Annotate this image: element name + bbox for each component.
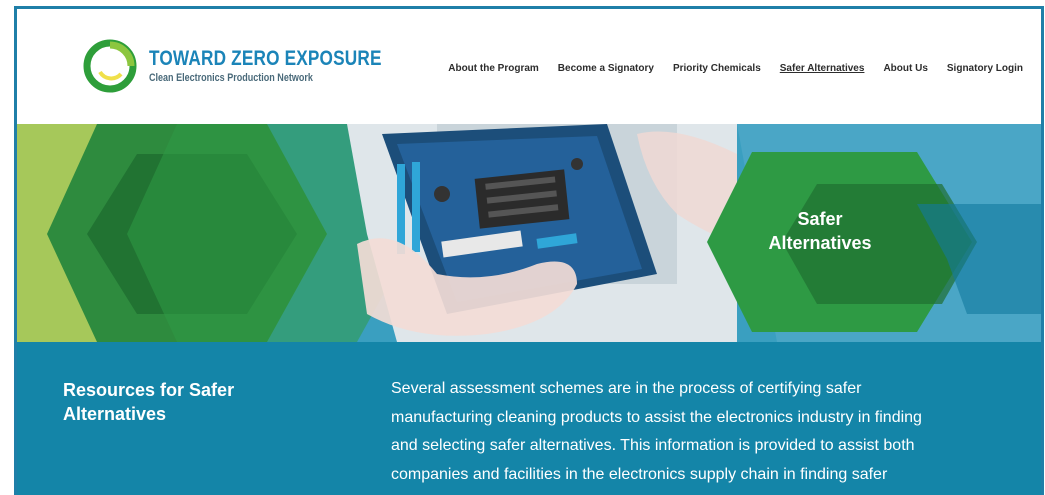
body-line: companies and facilities in the electron… xyxy=(391,465,888,483)
site-logo[interactable]: TOWARD ZERO EXPOSURE Clean Electronics P… xyxy=(83,39,381,99)
body-line: Several assessment schemes are in the pr… xyxy=(391,380,862,397)
nav-priority-chemicals[interactable]: Priority Chemicals xyxy=(673,63,761,74)
body-line: and selecting safer alternatives. This i… xyxy=(391,437,915,454)
hero-title-line2: Alternatives xyxy=(768,233,872,253)
hero-title: Safer Alternatives xyxy=(735,207,905,255)
nav-become-signatory[interactable]: Become a Signatory xyxy=(558,63,654,74)
body-line: manufacturing cleaning products to assis… xyxy=(391,408,922,426)
section-body: Several assessment schemes are in the pr… xyxy=(391,375,1011,489)
content-section: Resources for Safer Alternatives Several… xyxy=(17,342,1041,495)
page-frame: TOWARD ZERO EXPOSURE Clean Electronics P… xyxy=(14,6,1044,495)
section-title: Resources for Safer Alternatives xyxy=(63,380,235,424)
logo-ring-icon xyxy=(83,39,137,93)
logo-title: TOWARD ZERO EXPOSURE xyxy=(149,47,382,70)
hero-banner: Safer Alternatives xyxy=(17,124,1041,342)
logo-subtitle: Clean Electronics Production Network xyxy=(149,72,313,84)
nav-about-us[interactable]: About Us xyxy=(883,63,927,74)
site-header: TOWARD ZERO EXPOSURE Clean Electronics P… xyxy=(17,9,1041,124)
main-nav: About the Program Become a Signatory Pri… xyxy=(448,63,1023,74)
nav-signatory-login[interactable]: Signatory Login xyxy=(947,63,1023,74)
hero-title-line1: Safer xyxy=(797,209,843,229)
nav-safer-alternatives[interactable]: Safer Alternatives xyxy=(780,63,865,74)
nav-about-program[interactable]: About the Program xyxy=(448,63,539,74)
